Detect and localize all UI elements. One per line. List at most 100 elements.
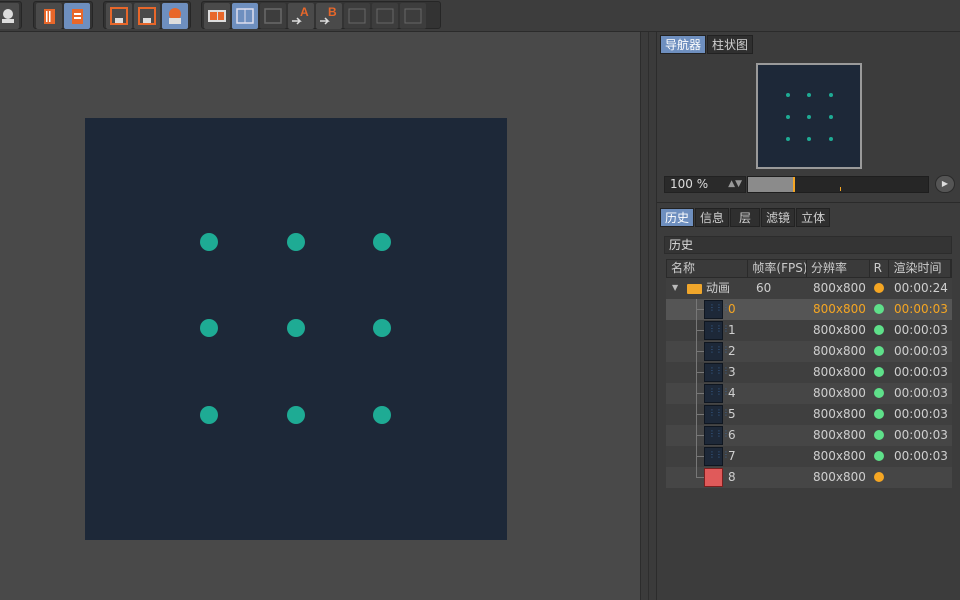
zoom-slider[interactable] [747,176,929,193]
frame-fps [748,383,807,404]
tab-info[interactable]: 信息 [695,208,730,227]
delete-icon [44,9,55,24]
play-icon: ▶ [941,179,949,188]
channel3-icon [404,8,422,24]
frame-status [870,299,890,320]
frame-status [870,404,890,425]
right-panel: 导航器 柱状图 100 % ▲▼ ▶ 历史 信息 层 滤镜 立体 历史 名称 帧… [657,32,960,600]
table-row[interactable]: 8 800x800 [666,467,952,488]
frame-resolution: 800x800 [813,470,866,484]
frame-time: 00:00:03 [894,365,948,379]
tab-history[interactable]: 历史 [660,208,695,227]
render-button[interactable] [0,3,19,29]
table-row[interactable]: 2 800x800 00:00:03 [666,339,952,362]
tree-branch [696,393,704,394]
svg-text:A: A [300,5,309,19]
history-title: 历史 [664,236,952,254]
frame-fps [748,341,807,362]
tab-layers[interactable]: 层 [730,208,761,227]
frame-status [870,341,890,362]
set-a-icon: A [292,5,309,25]
canvas-dot [373,319,391,337]
frame-status [870,425,890,446]
frame-fps [748,467,807,488]
frame-thumbnail-icon [704,402,729,424]
thumb-dot [786,115,790,119]
frame-fps [748,299,807,320]
canvas-dot [287,319,305,337]
canvas-dot [200,406,218,424]
table-header: 名称 帧率(FPS) 分辨率 R 渲染时间 [666,259,952,278]
status-dot [874,346,884,356]
frame-status [870,446,890,467]
frame-name-cell: 5 [666,402,748,425]
delete-image-button[interactable] [36,3,62,29]
tab-stereo[interactable]: 立体 [796,208,831,227]
channel-icon [348,8,366,24]
frame-name-cell: 4 [666,381,748,404]
panel-splitter[interactable] [640,32,657,600]
zoom-slider-fill [748,177,794,192]
zoom-value: 100 % [670,177,709,191]
table-row[interactable]: 0 800x800 00:00:03 [666,297,952,320]
play-button[interactable]: ▶ [935,175,955,193]
col-name[interactable]: 名称 [667,260,749,277]
frame-time: 00:00:03 [894,302,948,316]
navigator-thumbnail[interactable] [756,63,862,169]
set-b-button[interactable]: B [316,3,342,29]
channel2-icon [376,8,394,24]
region-icon [110,7,128,25]
table-row[interactable]: 7 800x800 00:00:03 [666,444,952,467]
frame-resolution: 800x800 [813,302,866,316]
tree-branch [696,372,704,373]
expand-icon[interactable]: ▼ [672,277,678,298]
table-row[interactable]: 5 800x800 00:00:03 [666,402,952,425]
frame-time: 00:00:03 [894,428,948,442]
group-fps: 60 [756,281,772,295]
frame-name-cell: 0 [666,297,748,320]
zoom-slider-handle[interactable] [793,177,795,192]
status-dot [874,388,884,398]
ab-overlay-button[interactable] [260,3,286,29]
canvas-dot [373,406,391,424]
frame-time: 00:00:03 [894,344,948,358]
ab-split-button[interactable] [232,3,258,29]
tree-branch [696,414,704,415]
table-row[interactable]: 4 800x800 00:00:03 [666,381,952,404]
frame-time [890,467,952,488]
region-button[interactable] [106,3,132,29]
channel-button-2[interactable] [372,3,398,29]
mask-button[interactable] [162,3,188,29]
frame-resolution: 800x800 [813,428,866,442]
status-dot [874,409,884,419]
group-row[interactable]: ▼ 动画 60 800x800 00:00:24 [666,278,952,299]
frame-thumbnail-icon [704,318,729,340]
frame-time: 00:00:03 [894,386,948,400]
image-viewer[interactable] [0,32,640,600]
table-row[interactable]: 6 800x800 00:00:03 [666,423,952,446]
table-row[interactable]: 3 800x800 00:00:03 [666,360,952,383]
group-time: 00:00:24 [894,281,948,295]
render-canvas [85,118,507,540]
spinner-icon[interactable]: ▲▼ [728,177,742,192]
frame-resolution: 800x800 [813,365,866,379]
view-button[interactable] [134,3,160,29]
tab-histogram[interactable]: 柱状图 [707,35,754,54]
col-render-time[interactable]: 渲染时间 [889,260,952,277]
tab-filters[interactable]: 滤镜 [761,208,796,227]
copy-image-button[interactable] [64,3,90,29]
col-resolution[interactable]: 分辨率 [807,260,870,277]
frame-name-cell: 3 [666,360,748,383]
table-row[interactable]: 1 800x800 00:00:03 [666,318,952,341]
zoom-input[interactable]: 100 % ▲▼ [664,176,746,193]
status-dot [874,325,884,335]
tab-navigator[interactable]: 导航器 [660,35,707,54]
col-r[interactable]: R [870,260,890,277]
canvas-dot [200,319,218,337]
channel-button-1[interactable] [344,3,370,29]
col-fps[interactable]: 帧率(FPS) [748,260,807,277]
tree-branch [696,309,704,310]
set-a-button[interactable]: A [288,3,314,29]
ab-compare-button[interactable] [204,3,230,29]
channel-button-3[interactable] [400,3,426,29]
